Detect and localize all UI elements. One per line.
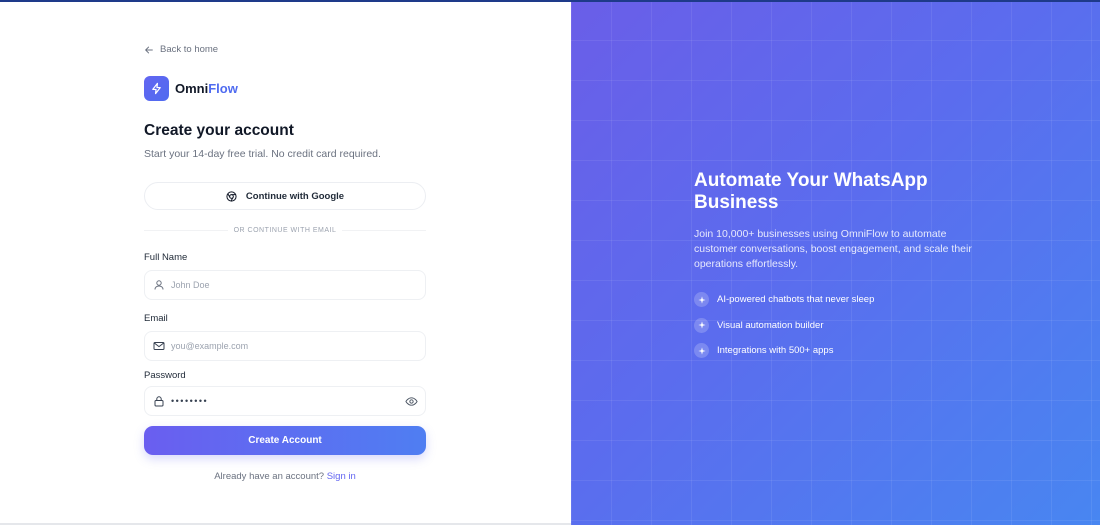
full-name-input[interactable]: John Doe — [144, 270, 426, 300]
brand-logo: OmniFlow — [144, 76, 238, 101]
user-icon — [153, 279, 165, 291]
divider-text: OR CONTINUE WITH EMAIL — [233, 226, 337, 234]
feature-item: Visual automation builder — [694, 317, 984, 333]
password-input[interactable]: •••••••• — [144, 386, 426, 416]
page-title: Create your account — [144, 122, 294, 139]
signin-prompt-text: Already have an account? — [214, 471, 325, 482]
marketing-panel: Automate Your WhatsApp Business Join 10,… — [571, 0, 1100, 525]
hero-content: Automate Your WhatsApp Business Join 10,… — [694, 170, 984, 369]
email-label: Email — [144, 313, 168, 324]
create-account-button[interactable]: Create Account — [144, 426, 426, 455]
feature-item: AI-powered chatbots that never sleep — [694, 292, 984, 307]
feature-item: Integrations with 500+ apps — [694, 343, 984, 358]
mail-icon — [153, 340, 165, 352]
chrome-icon — [226, 190, 237, 202]
logo-badge — [144, 76, 169, 101]
google-button-label: Continue with Google — [245, 190, 345, 202]
hero-description: Join 10,000+ businesses using OmniFlow t… — [694, 228, 972, 270]
eye-icon[interactable] — [405, 395, 418, 408]
sparkle-icon — [694, 292, 709, 307]
feature-label: Visual automation builder — [717, 319, 824, 331]
signin-prompt: Already have an account? Sign in — [144, 471, 426, 482]
back-link-label: Back to home — [160, 44, 219, 55]
full-name-label: Full Name — [144, 252, 188, 263]
top-accent-bar — [0, 0, 1100, 2]
page-subtitle: Start your 14-day free trial. No credit … — [144, 148, 381, 160]
password-label: Password — [144, 370, 186, 381]
brand-name-part2: Flow — [208, 81, 238, 96]
sparkle-icon — [694, 317, 709, 333]
full-name-placeholder: John Doe — [171, 280, 210, 290]
feature-list: AI-powered chatbots that never sleep Vis… — [694, 292, 984, 358]
hero-title: Automate Your WhatsApp Business — [694, 170, 928, 213]
lightning-icon — [152, 82, 161, 95]
feature-label: Integrations with 500+ apps — [717, 345, 834, 356]
or-divider: OR CONTINUE WITH EMAIL — [144, 224, 426, 236]
signup-panel: Back to home OmniFlow Create your accoun… — [0, 0, 571, 525]
divider-line-right — [342, 229, 426, 231]
continue-with-google-button[interactable]: Continue with Google — [144, 182, 426, 210]
password-value: •••••••• — [171, 396, 209, 406]
feature-label: AI-powered chatbots that never sleep — [717, 294, 875, 305]
arrow-left-icon — [145, 46, 153, 53]
back-to-home-link[interactable]: Back to home — [144, 44, 218, 55]
lock-icon — [153, 395, 165, 407]
email-input[interactable]: you@example.com — [144, 331, 426, 361]
brand-name-part1: Omni — [175, 81, 209, 96]
email-placeholder: you@example.com — [171, 341, 249, 351]
divider-line-left — [144, 229, 228, 231]
brand-name: OmniFlow — [175, 81, 238, 96]
sparkle-icon — [694, 343, 709, 358]
sign-in-link[interactable]: Sign in — [327, 471, 356, 482]
